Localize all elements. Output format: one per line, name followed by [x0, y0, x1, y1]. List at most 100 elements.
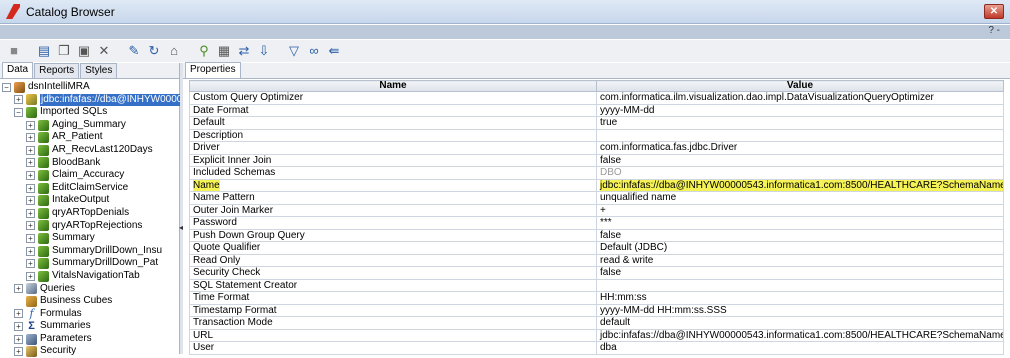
property-value[interactable]: HH:mm:ss — [596, 291, 1004, 305]
property-value[interactable]: Default (JDBC) — [596, 241, 1004, 255]
tree-item-business-cubes[interactable]: Business Cubes — [0, 295, 179, 308]
tree-item-sql[interactable]: + IntakeOutput — [0, 194, 179, 207]
expand-icon[interactable]: + — [26, 271, 35, 281]
property-value[interactable]: com.informatica.fas.jdbc.Driver — [596, 141, 1004, 155]
tree-item-sql[interactable]: + AR_Patient — [0, 131, 179, 144]
tab-properties[interactable]: Properties — [185, 62, 241, 78]
table-row[interactable]: Timestamp Format yyyy-MM-dd HH:mm:ss.SSS — [189, 303, 1004, 317]
tab-reports[interactable]: Reports — [34, 63, 80, 78]
property-value[interactable] — [596, 128, 1004, 142]
tree-item-sql[interactable]: + SummaryDrillDown_Pat — [0, 257, 179, 270]
table-row[interactable]: URL jdbc:infafas://dba@INHYW00000543.info… — [189, 328, 1004, 342]
property-value[interactable]: jdbc:infafas://dba@INHYW00000543.informa… — [596, 178, 1004, 192]
table-row[interactable]: Driver com.informatica.fas.jdbc.Driver — [189, 141, 1004, 155]
expand-icon[interactable]: + — [14, 95, 23, 105]
refresh-icon[interactable]: ↻ — [146, 43, 162, 59]
table-row[interactable]: Push Down Group Query false — [189, 228, 1004, 242]
property-value[interactable]: + — [596, 203, 1004, 217]
property-value[interactable]: false — [596, 153, 1004, 167]
copy-icon[interactable]: ❐ — [56, 43, 72, 59]
property-value[interactable]: false — [596, 266, 1004, 280]
expand-icon[interactable]: + — [26, 259, 35, 269]
close-button[interactable]: ✕ — [984, 4, 1004, 19]
tree-item-sql[interactable]: + Claim_Accuracy — [0, 169, 179, 182]
paste-icon[interactable]: ▣ — [76, 43, 92, 59]
property-value[interactable]: unqualified name — [596, 191, 1004, 205]
collapse-icon[interactable]: − — [2, 82, 11, 92]
property-value[interactable]: false — [596, 228, 1004, 242]
expand-icon[interactable]: + — [26, 133, 35, 143]
property-value[interactable]: yyyy-MM-dd HH:mm:ss.SSS — [596, 303, 1004, 317]
property-value[interactable]: true — [596, 116, 1004, 130]
help-menu[interactable]: ? - — [988, 25, 1000, 36]
tab-styles[interactable]: Styles — [80, 63, 118, 78]
table-row[interactable]: Time Format HH:mm:ss — [189, 291, 1004, 305]
expand-icon[interactable]: + — [14, 284, 23, 294]
tree-item-formulas[interactable]: + f Formulas — [0, 308, 179, 321]
tree-item-security[interactable]: + Security — [0, 345, 179, 358]
catalog-icon[interactable]: ▦ — [216, 43, 232, 59]
table-row[interactable]: Date Format yyyy-MM-dd — [189, 103, 1004, 117]
table-row[interactable]: Read Only read & write — [189, 253, 1004, 267]
property-value[interactable]: DBO — [596, 166, 1004, 180]
property-value[interactable]: yyyy-MM-dd — [596, 103, 1004, 117]
tree-item-root[interactable]: − dsnIntelliMRA — [0, 81, 179, 94]
tree-item-sql[interactable]: + Aging_Summary — [0, 119, 179, 132]
expand-icon[interactable]: + — [26, 196, 35, 206]
link-icon[interactable]: ⇄ — [236, 43, 252, 59]
table-row[interactable]: Quote Qualifier Default (JDBC) — [189, 241, 1004, 255]
tree-item-summaries[interactable]: + Σ Summaries — [0, 320, 179, 333]
expand-icon[interactable]: + — [14, 347, 23, 357]
table-row[interactable]: Default true — [189, 116, 1004, 130]
tree-item-sql[interactable]: + qryARTopDenials — [0, 207, 179, 220]
tree-item-sql[interactable]: + AR_RecvLast120Days — [0, 144, 179, 157]
tree-item-sql[interactable]: + qryARTopRejections — [0, 220, 179, 233]
property-value[interactable] — [596, 278, 1004, 292]
column-header-value[interactable]: Value — [596, 80, 1004, 92]
save-icon[interactable]: ■ — [6, 43, 22, 59]
save-all-icon[interactable]: ▤ — [36, 43, 52, 59]
table-row[interactable]: Description — [189, 128, 1004, 142]
property-value[interactable]: jdbc:infafas://dba@INHYW00000543.informa… — [596, 328, 1004, 342]
table-row[interactable]: Password *** — [189, 216, 1004, 230]
expand-icon[interactable]: + — [26, 158, 35, 168]
table-row[interactable]: SQL Statement Creator — [189, 278, 1004, 292]
collapse-icon[interactable]: − — [14, 107, 23, 117]
table-row[interactable]: Name Pattern unqualified name — [189, 191, 1004, 205]
expand-icon[interactable]: + — [26, 120, 35, 130]
binoculars-icon[interactable]: ∞ — [306, 43, 322, 59]
table-row[interactable]: Explicit Inner Join false — [189, 153, 1004, 167]
table-row[interactable]: Included Schemas DBO — [189, 166, 1004, 180]
tab-data[interactable]: Data — [2, 62, 34, 78]
expand-icon[interactable]: + — [26, 233, 35, 243]
expand-icon[interactable]: + — [26, 145, 35, 155]
funnel-icon[interactable]: ▽ — [286, 43, 302, 59]
expand-icon[interactable]: + — [26, 221, 35, 231]
table-row[interactable]: Outer Join Marker + — [189, 203, 1004, 217]
table-row[interactable]: Security Check false — [189, 266, 1004, 280]
property-value[interactable]: dba — [596, 341, 1004, 355]
table-row[interactable]: Custom Query Optimizer com.informatica.il… — [189, 91, 1004, 105]
expand-icon[interactable]: + — [14, 322, 23, 332]
tree-item-sql[interactable]: + BloodBank — [0, 157, 179, 170]
property-value[interactable]: *** — [596, 216, 1004, 230]
expand-icon[interactable]: + — [26, 183, 35, 193]
edit-icon[interactable]: ✎ — [126, 43, 142, 59]
back-icon[interactable]: ⇚ — [326, 43, 342, 59]
tree-item-queries[interactable]: + Queries — [0, 283, 179, 296]
expand-icon[interactable]: + — [14, 309, 23, 319]
import-icon[interactable]: ⇩ — [256, 43, 272, 59]
column-header-name[interactable]: Name — [189, 80, 597, 92]
expand-icon[interactable]: + — [26, 208, 35, 218]
tree-item-connection[interactable]: + jdbc:infafas://dba@INHYW0000 — [0, 93, 184, 107]
tree-item-parameters[interactable]: + Parameters — [0, 333, 179, 346]
table-row[interactable]: Transaction Mode default — [189, 316, 1004, 330]
expand-icon[interactable]: + — [26, 170, 35, 180]
tree-item-sql[interactable]: + Summary — [0, 232, 179, 245]
filter-icon[interactable]: ⚲ — [196, 43, 212, 59]
delete-icon[interactable]: ✕ — [96, 43, 112, 59]
property-value[interactable]: default — [596, 316, 1004, 330]
tree-item-sql[interactable]: + EditClaimService — [0, 182, 179, 195]
property-value[interactable]: com.informatica.ilm.visualization.dao.im… — [596, 91, 1004, 105]
home-icon[interactable]: ⌂ — [166, 43, 182, 59]
